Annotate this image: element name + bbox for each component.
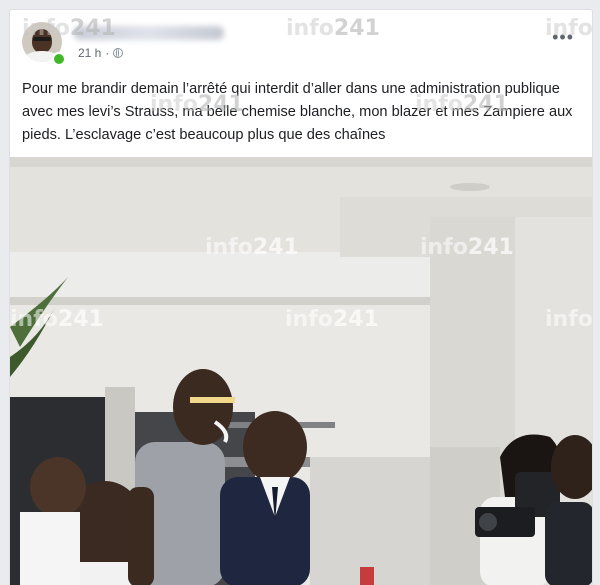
meta-separator: ·: [105, 46, 110, 60]
post-meta: 21 h ·: [78, 46, 124, 60]
online-status-icon: [52, 52, 66, 66]
author-name-blurred[interactable]: [74, 26, 224, 40]
post-header: 21 h · •••: [22, 22, 582, 66]
facebook-post-card: 21 h · ••• Pour me brandir demain l’arrê…: [9, 9, 593, 585]
post-photo[interactable]: info241 info241 info241 info241 info241: [10, 157, 592, 585]
globe-icon[interactable]: [113, 48, 124, 58]
avatar[interactable]: [22, 22, 66, 66]
post-timestamp[interactable]: 21 h: [78, 46, 101, 60]
photo-scene: [10, 157, 592, 585]
more-options-icon[interactable]: •••: [552, 28, 574, 46]
post-text: Pour me brandir demain l’arrêté qui inte…: [22, 81, 573, 143]
